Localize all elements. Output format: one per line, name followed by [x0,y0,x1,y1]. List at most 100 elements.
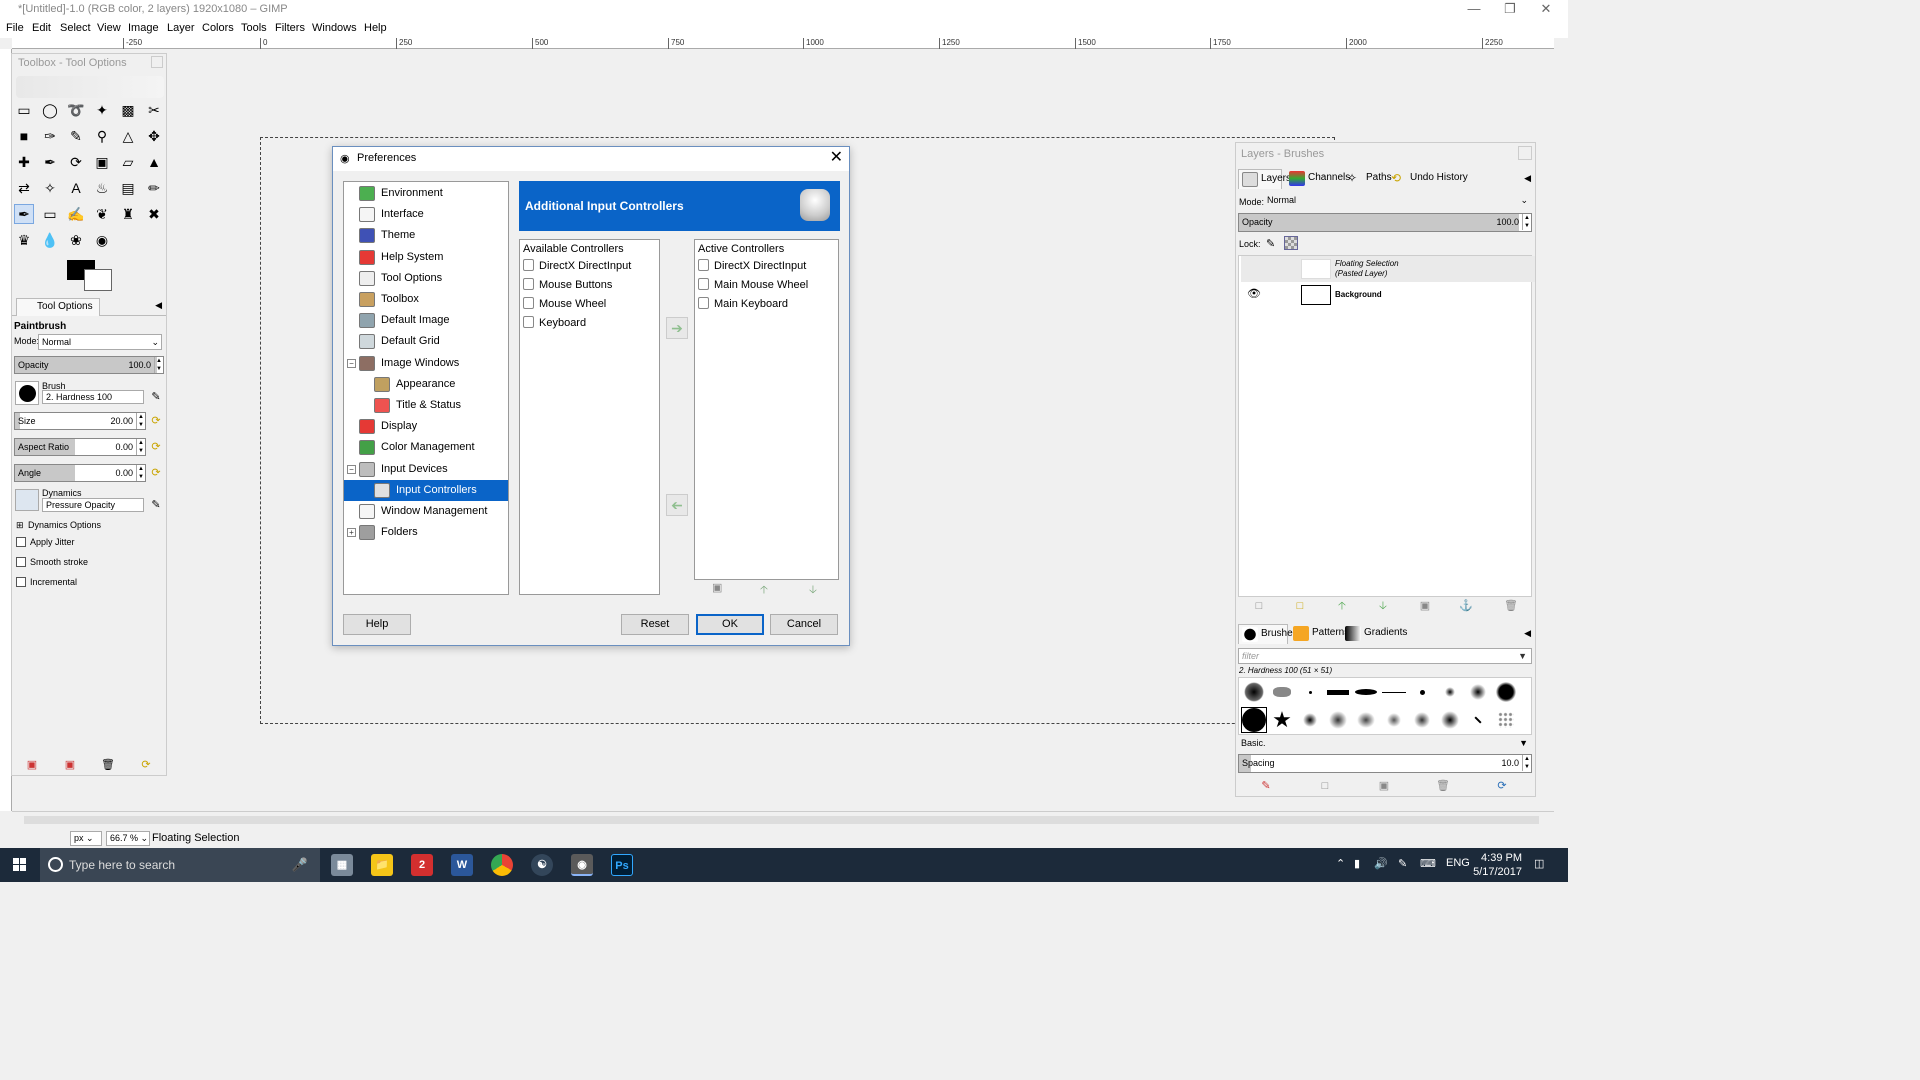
lower-layer-icon[interactable]: 🡣 [1375,599,1391,613]
start-button[interactable] [0,848,40,882]
ellipse-select-icon[interactable]: ◯ [40,100,60,120]
unit-select[interactable]: px ⌄ [70,831,102,846]
brush-set-select[interactable]: Basic. ▼ [1238,737,1532,751]
tree-item-display[interactable]: Display [344,416,508,437]
blur-icon[interactable]: 💧 [40,230,60,250]
zoom-icon[interactable]: ⚲ [92,126,112,146]
delete-tool-preset-icon[interactable]: 🗑 [100,758,116,772]
incremental-checkbox[interactable] [16,577,26,587]
list-item[interactable]: Mouse Buttons [523,276,612,294]
tree-item-color-management[interactable]: Color Management [344,437,508,458]
tab-channels[interactable]: Channels [1286,169,1350,189]
dodge-burn-icon[interactable]: ◉ [92,230,112,250]
brush-filter-input[interactable]: filter ▼ [1238,648,1532,664]
dynamics-preview[interactable] [15,489,39,511]
brush-cell[interactable] [1297,707,1323,733]
show-hidden-icons-icon[interactable]: ⌃ [1336,857,1345,870]
reset-button[interactable]: Reset [621,614,689,635]
incremental-label[interactable]: Incremental [30,577,77,587]
brush-cell[interactable] [1465,707,1491,733]
heal-icon[interactable]: ✖ [144,204,164,224]
spin-buttons[interactable]: ▲ ▼ [154,357,163,373]
perspective-clone-icon[interactable]: ♛ [14,230,34,250]
brush-cell[interactable] [1437,679,1463,705]
move-up-icon[interactable]: 🡡 [760,581,768,600]
tab-brushes[interactable]: Brushes [1238,624,1298,644]
brush-cell[interactable] [1437,707,1463,733]
eraser-icon[interactable]: ▭ [40,204,60,224]
gradient-icon[interactable]: ▤ [118,178,138,198]
move-icon[interactable]: ✥ [144,126,164,146]
angle-slider[interactable]: Angle 0.00 ▲ ▼ [14,464,146,482]
volume-icon[interactable]: 🔊 [1374,857,1388,870]
lasso-icon[interactable]: ➰ [66,100,86,120]
add-controller-button[interactable]: ➔ [666,317,688,339]
tree-item-window-management[interactable]: Window Management [344,501,508,522]
collapse-icon[interactable]: − [347,358,356,368]
reset-angle-icon[interactable]: ⟳ [148,466,164,480]
menu-windows[interactable]: Windows [312,22,357,34]
bucket-fill-icon[interactable]: ♨ [92,178,112,198]
tree-item-help-system[interactable]: Help System [344,247,508,268]
rect-select-icon[interactable]: ▭ [14,100,34,120]
perspective-icon[interactable]: ▲ [144,152,164,172]
measure-icon[interactable]: △ [118,126,138,146]
pencil-icon[interactable]: ✏ [144,178,164,198]
scale-icon[interactable]: ▣ [92,152,112,172]
tree-item-default-grid[interactable]: Default Grid [344,331,508,352]
chrome-icon[interactable] [491,854,513,876]
ok-button[interactable]: OK [696,614,764,635]
reset-tool-icon[interactable]: ⟳ [138,758,154,772]
delete-brush-icon[interactable]: 🗑 [1435,779,1451,793]
tab-menu-icon[interactable]: ◀ [155,300,162,311]
cancel-button[interactable]: Cancel [770,614,838,635]
zoom-select[interactable]: 66.7 % ⌄ [106,831,150,846]
list-item[interactable]: DirectX DirectInput [523,257,631,275]
spin-buttons[interactable]: ▲ ▼ [1522,755,1531,771]
list-item[interactable]: Main Mouse Wheel [698,276,808,294]
shear-icon[interactable]: ▱ [118,152,138,172]
clone-icon[interactable]: ♜ [118,204,138,224]
restore-tool-preset-icon[interactable]: ▣ [62,758,78,772]
refresh-brushes-icon[interactable]: ⟳ [1494,779,1510,793]
close-icon[interactable] [151,56,163,68]
expand-icon[interactable]: + [347,528,356,538]
flip-icon[interactable]: ⇄ [14,178,34,198]
paintbrush-icon[interactable]: ✒ [14,204,34,224]
help-button[interactable]: Help [343,614,411,635]
notifications-icon[interactable]: ◫ [1534,857,1544,870]
tree-item-input-controllers[interactable]: Input Controllers [344,479,508,501]
menu-file[interactable]: File [6,22,24,34]
tree-item-tool-options[interactable]: Tool Options [344,268,508,289]
smooth-stroke-checkbox[interactable] [16,557,26,567]
collapse-icon[interactable]: − [347,464,356,474]
tab-menu-icon[interactable]: ◀ [1524,173,1531,184]
menu-view[interactable]: View [97,22,121,34]
edit-brush-icon[interactable]: ✎ [148,390,164,404]
configure-controller-icon[interactable]: ▣ [712,581,722,594]
tree-item-interface[interactable]: Interface [344,204,508,225]
tree-item-default-image[interactable]: Default Image [344,310,508,331]
horizontal-scrollbar[interactable] [12,811,1554,827]
pen-icon[interactable]: ✎ [1398,857,1407,870]
tree-item-folders[interactable]: + Folders [344,522,508,543]
menu-select[interactable]: Select [60,22,91,34]
dynamics-field[interactable]: Pressure Opacity [42,498,144,512]
cage-icon[interactable]: ✧ [40,178,60,198]
brush-cell[interactable] [1409,707,1435,733]
tree-item-theme[interactable]: Theme [344,225,508,246]
menu-filters[interactable]: Filters [275,22,305,34]
crop-icon[interactable]: ✒ [40,152,60,172]
brush-cell[interactable] [1381,679,1407,705]
delete-layer-icon[interactable]: 🗑 [1503,599,1519,613]
brush-cell[interactable] [1493,707,1519,733]
brush-cell[interactable] [1493,679,1519,705]
brush-cell[interactable]: ★ [1269,707,1295,733]
horizontal-ruler[interactable]: -250 0 250 500 750 1000 1250 1500 1750 2… [12,38,1554,49]
tree-item-image-windows[interactable]: − Image Windows [344,353,508,374]
layer-opacity-slider[interactable]: Opacity 100.0 ▲ ▼ [1238,213,1532,232]
tree-item-environment[interactable]: Environment [344,183,508,204]
aspect-ratio-slider[interactable]: Aspect Ratio 0.00 ▲ ▼ [14,438,146,456]
scrollbar-thumb[interactable] [24,816,1539,824]
tab-menu-icon[interactable]: ◀ [1524,628,1531,639]
